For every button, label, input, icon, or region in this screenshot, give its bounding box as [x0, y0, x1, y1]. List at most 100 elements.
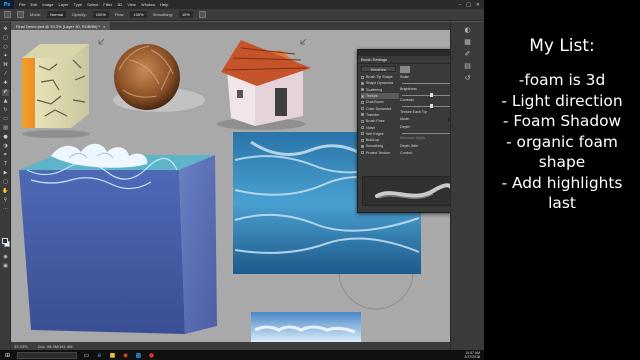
menu-filter[interactable]: Filter — [103, 2, 112, 7]
smoothing-input[interactable]: 10% — [178, 11, 193, 18]
panel-dock: ◐ ▦ ✐ ▤ ↺ — [450, 22, 484, 350]
flow-input[interactable]: 100% — [130, 11, 147, 18]
maximize-icon[interactable]: □ — [466, 2, 471, 8]
foreground-color-swatch[interactable] — [2, 238, 8, 244]
marquee-tool-icon[interactable]: □ — [2, 35, 9, 42]
menu-bar: Ps File Edit Image Layer Type Select Fil… — [0, 0, 484, 9]
checkbox[interactable] — [361, 75, 364, 79]
menu-image[interactable]: Image — [42, 2, 53, 7]
option-label: Dual Brush — [366, 100, 384, 105]
settings-gear-icon[interactable] — [198, 11, 206, 18]
option-label: Smoothing — [366, 144, 384, 149]
checkbox[interactable] — [361, 126, 364, 130]
note-item: shape — [538, 153, 586, 171]
pen-tool-icon[interactable]: ✒ — [2, 152, 9, 159]
blur-tool-icon[interactable]: ● — [2, 134, 9, 141]
cursor-arrow-icon — [300, 38, 307, 45]
shape-tool-icon[interactable]: ▢ — [2, 179, 9, 186]
windows-start-icon[interactable]: ⊞ — [4, 352, 11, 359]
checkbox[interactable] — [361, 113, 364, 117]
menu-window[interactable]: Window — [141, 2, 155, 7]
type-tool-icon[interactable]: T — [2, 161, 9, 168]
zoom-level[interactable]: 33.33% — [14, 344, 28, 349]
minimize-icon[interactable]: – — [459, 2, 462, 8]
more-tools-icon[interactable]: ⋯ — [2, 206, 9, 213]
file-explorer-icon[interactable]: ■ — [109, 352, 116, 359]
brush-preset-picker-icon[interactable] — [17, 11, 24, 18]
dodge-tool-icon[interactable]: ◑ — [2, 143, 9, 150]
brush-panel-icon[interactable]: ✐ — [463, 50, 472, 59]
taskbar-search-input[interactable] — [17, 351, 77, 359]
screen-mode-icon[interactable]: ▣ — [2, 263, 9, 270]
menu-select[interactable]: Select — [87, 2, 98, 7]
brushes-button[interactable]: Brushes — [361, 66, 396, 72]
slider-thumb[interactable] — [430, 92, 433, 97]
checkbox[interactable] — [361, 88, 364, 92]
brush-tool-icon[interactable]: ✐ — [2, 89, 9, 96]
history-brush-tool-icon[interactable]: ↻ — [2, 107, 9, 114]
pattern-swatch[interactable] — [400, 66, 410, 74]
gradient-tool-icon[interactable]: ▨ — [2, 125, 9, 132]
option-label: Shape Dynamics — [366, 81, 394, 86]
zoom-tool-icon[interactable]: ⚲ — [2, 197, 9, 204]
layers-panel-icon[interactable]: ▤ — [463, 62, 472, 71]
checkbox[interactable] — [361, 151, 364, 155]
brush-tool-icon[interactable] — [4, 11, 11, 18]
checkbox[interactable] — [361, 138, 364, 142]
checkbox[interactable] — [361, 144, 364, 148]
menu-layer[interactable]: Layer — [58, 2, 68, 7]
mode-select[interactable]: Normal — [47, 11, 67, 18]
task-view-icon[interactable]: ▭ — [83, 352, 90, 359]
sky-reference-photo — [251, 312, 361, 342]
color-panel-icon[interactable]: ◐ — [463, 26, 472, 35]
close-tab-icon[interactable]: × — [103, 24, 105, 29]
tile-cube-painting — [22, 44, 90, 138]
tools-panel: ✥ □ ○ ✦ ⌘ ⁄ ✚ ✐ ▲ ↻ ▭ ▨ ● ◑ ✒ T ▶ ▢ ✋ ⚲ … — [0, 22, 11, 350]
move-tool-icon[interactable]: ✥ — [2, 26, 9, 33]
tab-brush-settings[interactable]: Brush Settings — [361, 57, 387, 62]
menu-file[interactable]: File — [19, 2, 25, 7]
menu-3d[interactable]: 3D — [117, 2, 122, 7]
options-bar: Mode: Normal Opacity: 100% Flow: 100% Sm… — [0, 9, 484, 21]
checkbox[interactable] — [361, 107, 364, 111]
menu-help[interactable]: Help — [160, 2, 168, 7]
checkbox[interactable] — [361, 94, 364, 98]
chrome-browser-icon[interactable]: ◉ — [122, 352, 129, 359]
depth-jitter-label: Depth Jitter — [400, 143, 419, 148]
checkbox[interactable] — [361, 132, 364, 136]
menu-type[interactable]: Type — [74, 2, 83, 7]
quick-select-tool-icon[interactable]: ✦ — [2, 53, 9, 60]
checkbox[interactable] — [361, 100, 364, 104]
swatches-panel-icon[interactable]: ▦ — [463, 38, 472, 47]
option-label: Color Dynamics — [366, 106, 392, 111]
recording-app-icon[interactable]: ● — [148, 352, 155, 359]
note-item: -foam is 3d — [518, 71, 606, 89]
history-panel-icon[interactable]: ↺ — [463, 74, 472, 83]
menu-edit[interactable]: Edit — [30, 2, 37, 7]
eyedropper-tool-icon[interactable]: ⁄ — [2, 71, 9, 78]
quick-mask-icon[interactable]: ◉ — [2, 254, 9, 261]
path-select-tool-icon[interactable]: ▶ — [2, 170, 9, 177]
taskbar-clock[interactable]: 10:57 AM 2/27/2018 — [464, 351, 480, 359]
clone-stamp-tool-icon[interactable]: ▲ — [2, 98, 9, 105]
brightness-label: Brightness — [400, 86, 417, 91]
contrast-label: Contrast — [400, 98, 414, 103]
note-item: - Light direction — [501, 91, 623, 110]
healing-tool-icon[interactable]: ✚ — [2, 80, 9, 87]
document-tab[interactable]: Final Demo.psd @ 33.3% (Layer 30, RGB/8#… — [11, 22, 111, 30]
opacity-input[interactable]: 100% — [92, 11, 109, 18]
option-label: Texture — [366, 94, 378, 99]
eraser-tool-icon[interactable]: ▭ — [2, 116, 9, 123]
checkbox[interactable] — [361, 119, 364, 123]
close-icon[interactable]: ✕ — [476, 2, 480, 8]
document-size: Doc: 98.3M/181.4M — [37, 343, 73, 349]
hand-tool-icon[interactable]: ✋ — [2, 188, 9, 195]
menu-view[interactable]: View — [127, 2, 136, 7]
slider-thumb[interactable] — [430, 104, 433, 108]
photoshop-taskbar-icon[interactable]: ▩ — [135, 352, 142, 359]
checkbox[interactable] — [361, 81, 364, 85]
lasso-tool-icon[interactable]: ○ — [2, 44, 9, 51]
edge-browser-icon[interactable]: e — [96, 352, 103, 359]
option-protect-texture[interactable]: Protect Texture — [361, 150, 399, 156]
crop-tool-icon[interactable]: ⌘ — [2, 62, 9, 69]
